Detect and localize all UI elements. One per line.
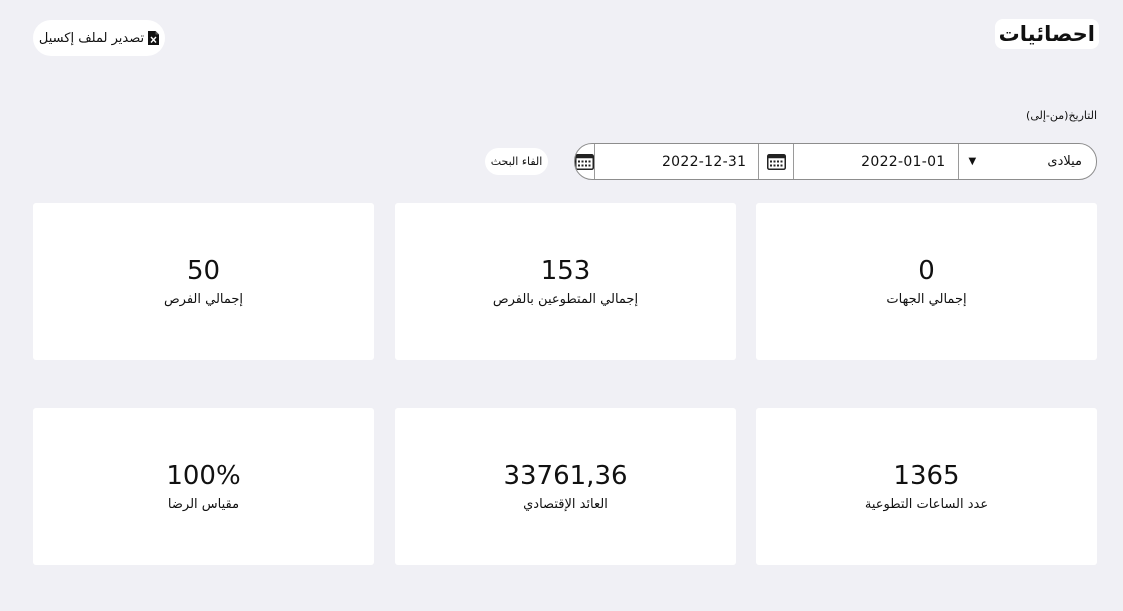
date-to-input[interactable]: 2022-12-31 [594, 144, 758, 179]
date-filter-bar: ميلادى ▼ 2022-01-01 2022-12-31 [574, 143, 1097, 180]
stat-card-volunteer-hours: 1365 عدد الساعات التطوعية [756, 408, 1097, 565]
chevron-down-icon: ▼ [968, 156, 977, 167]
stat-label: العائد الإقتصادي [523, 497, 608, 512]
stat-label: عدد الساعات التطوعية [864, 497, 989, 512]
excel-file-icon [148, 31, 160, 45]
export-excel-button[interactable]: تصدير لملف إكسيل [33, 20, 165, 56]
calendar-icon [575, 154, 594, 170]
calendar-type-select[interactable]: ميلادى ▼ [957, 144, 1096, 179]
date-to-calendar-button[interactable] [575, 144, 594, 179]
stat-value: 0 [918, 256, 935, 286]
stat-label: إجمالي الفرص [163, 292, 244, 307]
stat-value: 33761,36 [503, 461, 628, 491]
stat-value: 50 [186, 256, 221, 286]
stat-card-total-entities: 0 إجمالي الجهات [756, 203, 1097, 360]
stat-value: 100% [166, 461, 241, 491]
stat-value: 1365 [893, 461, 960, 491]
export-button-label: تصدير لملف إكسيل [38, 30, 145, 46]
stat-card-total-opportunities: 50 إجمالي الفرص [33, 203, 374, 360]
stat-label: إجمالي الجهات [886, 292, 967, 307]
stat-card-satisfaction: 100% مقياس الرضا [33, 408, 374, 565]
stat-card-economic-return: 33761,36 العائد الإقتصادي [395, 408, 736, 565]
stat-label: مقياس الرضا [167, 497, 240, 512]
calendar-icon [766, 154, 786, 170]
calendar-type-value: ميلادى [1047, 154, 1082, 169]
date-from-calendar-button[interactable] [758, 144, 793, 179]
date-from-input[interactable]: 2022-01-01 [793, 144, 957, 179]
page-title: احصائيات [994, 19, 1099, 49]
stat-label: إجمالي المتطوعين بالفرص [492, 292, 639, 307]
statistics-page: احصائيات تصدير لملف إكسيل التاريخ(من-إلى… [0, 0, 1123, 611]
stat-value: 153 [540, 256, 591, 286]
date-range-label: التاريخ(من-إلى) [1026, 109, 1097, 122]
stat-card-total-volunteers: 153 إجمالي المتطوعين بالفرص [395, 203, 736, 360]
cancel-search-button[interactable]: الفاء البحث [485, 148, 548, 175]
